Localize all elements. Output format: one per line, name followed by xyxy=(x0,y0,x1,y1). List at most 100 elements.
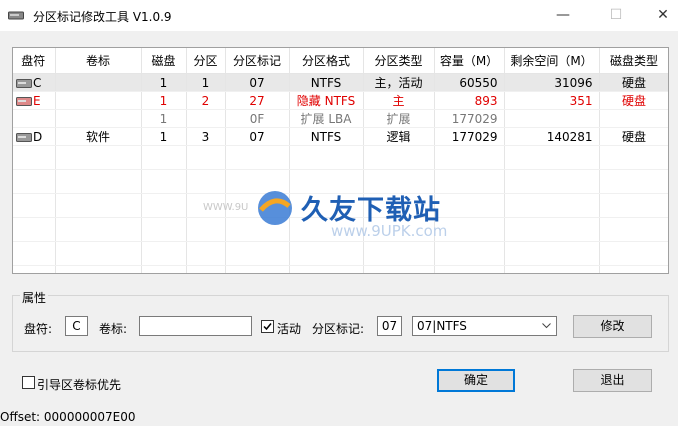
empty-cell xyxy=(225,145,290,170)
empty-cell xyxy=(363,241,435,266)
cell-free: 140281 xyxy=(504,127,600,146)
cell-flag: 07 xyxy=(225,73,290,92)
cell-label: 软件 xyxy=(55,127,142,146)
cell-disk: 1 xyxy=(141,127,187,146)
empty-row xyxy=(13,145,668,170)
empty-cell xyxy=(13,193,56,218)
empty-cell xyxy=(13,217,56,242)
watermark-logo-icon xyxy=(258,191,292,225)
column-header[interactable]: 剩余空间（M） xyxy=(504,48,600,74)
empty-cell xyxy=(599,145,668,170)
cell-disk: 1 xyxy=(141,91,187,110)
empty-cell xyxy=(55,193,142,218)
active-checkbox[interactable] xyxy=(261,320,274,333)
empty-cell xyxy=(434,193,505,218)
empty-cell xyxy=(504,241,600,266)
empty-cell xyxy=(13,265,56,273)
cell-type: 主 xyxy=(363,91,435,110)
empty-cell xyxy=(55,145,142,170)
active-label: 活动 xyxy=(277,322,302,336)
empty-cell xyxy=(186,217,226,242)
column-header[interactable]: 卷标 xyxy=(55,48,142,74)
empty-cell xyxy=(363,265,435,273)
cell-flag: 27 xyxy=(225,91,290,110)
cell-cap: 60550 xyxy=(434,73,505,92)
cell-dtype xyxy=(599,109,668,128)
cell-format: NTFS xyxy=(289,73,364,92)
cell-disk: 1 xyxy=(141,73,187,92)
app-drive-icon xyxy=(8,11,24,20)
empty-cell xyxy=(363,145,435,170)
cell-type: 扩展 xyxy=(363,109,435,128)
partition-list[interactable]: 盘符 卷标 磁盘 分区 分区标记 分区格式 分区类型 容量（M） 剩余空间（M） 磁盘类型 C11… xyxy=(12,47,669,274)
drive-icon xyxy=(16,78,32,88)
close-button[interactable]: ✕ xyxy=(640,0,678,31)
status-offset: Offset: 000000007E00 xyxy=(0,410,136,424)
cell-format: 隐藏 NTFS xyxy=(289,91,364,110)
column-header[interactable]: 分区类型 xyxy=(363,48,435,74)
cell-format: NTFS xyxy=(289,127,364,146)
empty-cell xyxy=(141,145,187,170)
column-header[interactable]: 分区 xyxy=(186,48,226,74)
empty-cell xyxy=(504,145,600,170)
hidden-drive-icon xyxy=(16,96,32,106)
cell-format: 扩展 LBA xyxy=(289,109,364,128)
minimize-button[interactable]: — xyxy=(540,0,586,31)
empty-cell xyxy=(289,145,364,170)
empty-row xyxy=(13,241,668,266)
cell-cap: 177029 xyxy=(434,127,505,146)
drive-letter-field[interactable]: C xyxy=(65,316,88,336)
empty-cell xyxy=(504,265,600,273)
partition-format-select[interactable]: 07|NTFS xyxy=(412,316,557,336)
cell-drive-letter: E xyxy=(33,93,41,108)
cell-cap: 177029 xyxy=(434,109,505,128)
table-row[interactable]: E 1 2 27 隐藏 NTFS 主 893 351 硬盘 xyxy=(13,91,668,110)
empty-cell xyxy=(434,169,505,194)
empty-cell xyxy=(599,217,668,242)
table-row[interactable]: D 软件 1 3 07 NTFS 逻辑 177029 140281 硬盘 xyxy=(13,127,668,146)
cell-flag: 07 xyxy=(225,127,290,146)
column-header[interactable]: 分区标记 xyxy=(225,48,290,74)
volume-label-input[interactable] xyxy=(139,316,252,336)
cell-letter: C xyxy=(13,73,56,92)
table-row[interactable]: C 1 1 07 NTFS 主，活动 60550 31096 硬盘 xyxy=(13,73,668,92)
boot-priority-label: 引导区卷标优先 xyxy=(37,378,122,392)
exit-button[interactable]: 退出 xyxy=(573,369,652,392)
chevron-down-icon xyxy=(542,323,551,329)
cell-free: 31096 xyxy=(504,73,600,92)
modify-button[interactable]: 修改 xyxy=(573,315,652,338)
column-header[interactable]: 磁盘类型 xyxy=(599,48,668,74)
table-row[interactable]: 1 0F 扩展 LBA 扩展 177029 xyxy=(13,109,668,128)
partition-flag-field[interactable]: 07 xyxy=(377,316,402,336)
cell-letter xyxy=(13,109,56,128)
empty-cell xyxy=(225,241,290,266)
drive-icon xyxy=(16,132,32,142)
empty-cell xyxy=(504,217,600,242)
empty-cell xyxy=(289,265,364,273)
cell-label xyxy=(55,73,142,92)
column-header[interactable]: 磁盘 xyxy=(141,48,187,74)
empty-cell xyxy=(55,217,142,242)
column-header[interactable]: 盘符 xyxy=(13,48,56,74)
column-header[interactable]: 容量（M） xyxy=(434,48,505,74)
cell-part: 2 xyxy=(186,91,226,110)
empty-cell xyxy=(186,265,226,273)
empty-cell xyxy=(141,193,187,218)
column-header[interactable]: 分区格式 xyxy=(289,48,364,74)
drive-letter-label: 盘符: xyxy=(24,322,53,336)
ok-button[interactable]: 确定 xyxy=(437,369,515,392)
cell-drive-letter: D xyxy=(33,129,43,144)
select-value: 07|NTFS xyxy=(417,319,467,333)
empty-cell xyxy=(186,241,226,266)
cell-disk: 1 xyxy=(141,109,187,128)
empty-cell xyxy=(13,241,56,266)
properties-legend: 属性 xyxy=(20,289,49,306)
empty-cell xyxy=(504,169,600,194)
maximize-button[interactable]: ☐ xyxy=(593,0,639,31)
watermark-left-text: WWW.9U xyxy=(203,202,249,213)
boot-priority-checkbox[interactable] xyxy=(22,376,35,389)
empty-cell xyxy=(186,169,226,194)
empty-cell xyxy=(141,241,187,266)
empty-cell xyxy=(289,241,364,266)
empty-cell xyxy=(13,145,56,170)
